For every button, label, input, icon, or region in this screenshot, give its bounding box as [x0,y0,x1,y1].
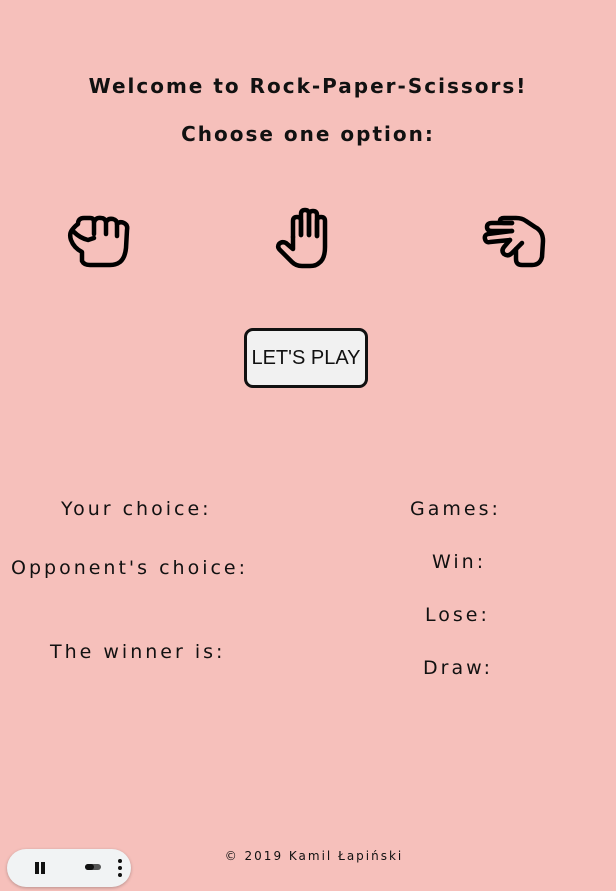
lets-play-button[interactable]: LET'S PLAY [244,328,368,388]
draw-count-label: Draw: [423,657,493,679]
paper-option[interactable] [274,207,338,271]
toggle-icon[interactable] [85,864,101,870]
opponent-choice-label: Opponent's choice: [11,557,249,579]
pause-icon[interactable] [31,859,49,877]
hand-paper-icon [275,207,328,269]
media-control-bar [7,849,131,887]
hand-scissors-icon [482,215,546,268]
hand-rock-icon [67,215,130,268]
page-title: Welcome to Rock-Paper-Scissors! [88,74,528,98]
games-count-label: Games: [410,498,501,520]
page-subtitle: Choose one option: [181,122,435,146]
win-count-label: Win: [432,551,487,573]
scissors-option[interactable] [482,207,546,271]
more-vert-icon[interactable] [117,858,123,878]
lose-count-label: Lose: [425,604,490,626]
your-choice-label: Your choice: [61,498,212,520]
winner-label: The winner is: [50,641,226,663]
rock-option[interactable] [66,208,130,272]
